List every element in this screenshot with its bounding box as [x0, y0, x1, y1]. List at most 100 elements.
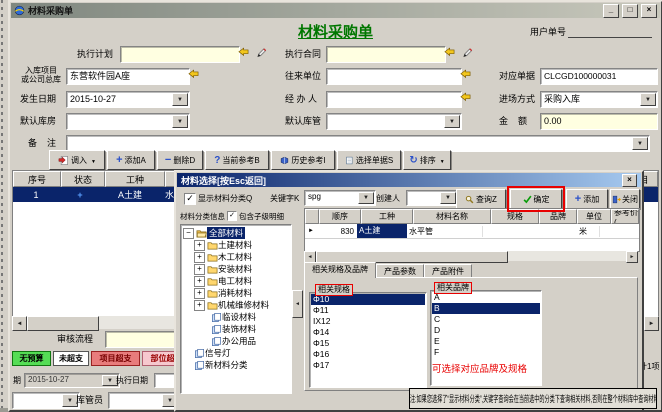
- dropdown-caret[interactable]: [89, 156, 96, 165]
- tree-item[interactable]: 办公用品: [181, 335, 291, 347]
- sort-button[interactable]: ↻排序: [403, 150, 451, 170]
- dropdown-button[interactable]: [172, 93, 188, 106]
- dialog-close-button[interactable]: 关闭: [610, 189, 640, 209]
- show-category-checkbox[interactable]: ✓: [184, 193, 196, 205]
- lookup-back-icon[interactable]: [444, 47, 455, 58]
- tree-item[interactable]: +消耗材料: [181, 287, 291, 299]
- tree-item[interactable]: +安装材料: [181, 263, 291, 275]
- list-item[interactable]: Φ14: [311, 327, 425, 338]
- expander-icon[interactable]: +: [194, 252, 205, 263]
- expander-icon[interactable]: −: [183, 228, 194, 239]
- dialog-grid-row[interactable]: ► 830 A土建 水平管 米: [305, 224, 639, 239]
- main-titlebar[interactable]: 材料采购单 _ □ ×: [11, 3, 660, 18]
- dropdown-button[interactable]: [358, 192, 374, 204]
- col-spec[interactable]: 规格: [491, 209, 539, 224]
- dropdown-button[interactable]: [444, 115, 460, 128]
- dialog-hscrollbar[interactable]: ◄ ►: [304, 251, 638, 261]
- dropdown-button[interactable]: [632, 137, 648, 150]
- col-status[interactable]: 状态: [61, 171, 105, 187]
- list-item[interactable]: D: [432, 325, 540, 336]
- expander-icon[interactable]: +: [194, 240, 205, 251]
- close-button[interactable]: ×: [641, 4, 657, 18]
- lookup-back-icon[interactable]: [188, 69, 199, 80]
- tree-item[interactable]: +木工材料: [181, 251, 291, 263]
- lookup-back-icon[interactable]: [238, 47, 249, 58]
- panel-splitter[interactable]: ◄: [292, 210, 302, 388]
- col-trade[interactable]: 工种: [361, 209, 413, 224]
- history-ref-button[interactable]: 历史参考I: [271, 150, 335, 170]
- maximize-button[interactable]: □: [622, 4, 638, 18]
- keeper-combo[interactable]: [326, 113, 462, 130]
- list-item[interactable]: B: [432, 303, 540, 314]
- list-item[interactable]: Φ11: [311, 305, 425, 316]
- exec-contract-field[interactable]: [326, 46, 446, 63]
- delete-row-button[interactable]: −删除D: [157, 150, 203, 170]
- tab-product-params[interactable]: 产品参数: [376, 264, 424, 278]
- list-item[interactable]: Φ17: [311, 360, 425, 371]
- ok-button[interactable]: 确定: [510, 189, 562, 209]
- tree-item[interactable]: +机械维修材料: [181, 299, 291, 311]
- dropdown-button[interactable]: [640, 93, 656, 106]
- include-sub-checkbox[interactable]: ✓: [227, 211, 237, 221]
- warehouse-combo[interactable]: [66, 113, 190, 130]
- load-in-button[interactable]: 调入: [49, 150, 105, 170]
- keyword-combo[interactable]: spg: [304, 190, 376, 206]
- tree-item[interactable]: −全部材料: [181, 227, 291, 239]
- expander-icon[interactable]: +: [194, 276, 205, 287]
- project-field[interactable]: 东营软件园A座: [66, 68, 190, 85]
- dropdown-caret[interactable]: [438, 156, 445, 165]
- lookup-back-icon[interactable]: [460, 92, 471, 103]
- col-brand[interactable]: 品牌: [539, 209, 577, 224]
- search-button[interactable]: 查询Z: [456, 189, 506, 209]
- expander-icon[interactable]: +: [194, 288, 205, 299]
- exec-plan-field[interactable]: [120, 46, 240, 63]
- list-item[interactable]: IX12: [311, 316, 425, 327]
- list-item[interactable]: Φ16: [311, 349, 425, 360]
- col-seq[interactable]: 序号: [13, 171, 61, 187]
- scroll-left-icon[interactable]: ◄: [12, 316, 27, 331]
- entry-mode-combo[interactable]: 采购入库: [540, 91, 658, 108]
- amount-field[interactable]: 0.00: [540, 113, 658, 130]
- lookup-back-icon[interactable]: [460, 69, 471, 80]
- col-name[interactable]: 材料名称: [413, 209, 491, 224]
- scroll-thumb[interactable]: [27, 316, 99, 331]
- dialog-close-icon[interactable]: ×: [622, 174, 637, 187]
- splitter-collapse-icon[interactable]: ◄: [292, 290, 303, 318]
- col-price[interactable]: 参考价(: [611, 209, 639, 224]
- expander-icon[interactable]: +: [194, 300, 205, 311]
- bottom-combo-2[interactable]: [108, 392, 180, 409]
- dialog-titlebar[interactable]: 材料选择[按Esc返回] ×: [177, 173, 641, 187]
- tab-spec-brand[interactable]: 相关规格及品牌: [304, 262, 376, 278]
- list-item[interactable]: Φ15: [311, 338, 425, 349]
- list-item[interactable]: C: [432, 314, 540, 325]
- col-order[interactable]: 顺序: [319, 209, 361, 224]
- scroll-right-icon[interactable]: ►: [644, 316, 659, 331]
- select-doc-button[interactable]: 选择单据S: [337, 150, 401, 170]
- edit-pen-icon[interactable]: [462, 47, 473, 58]
- creator-combo[interactable]: [406, 190, 458, 206]
- tree-item[interactable]: 装饰材料: [181, 323, 291, 335]
- spec-listbox[interactable]: Φ10 Φ11 IX12 Φ14 Φ15 Φ16 Φ17: [309, 292, 427, 388]
- scroll-right-icon[interactable]: ►: [626, 251, 638, 263]
- col-trade[interactable]: 工种: [105, 171, 165, 187]
- counterpart-field[interactable]: [326, 68, 462, 85]
- bottom-date-combo[interactable]: 2015-10-27: [24, 373, 120, 388]
- col-unit[interactable]: 单位: [577, 209, 611, 224]
- tree-item[interactable]: +土建材料: [181, 239, 291, 251]
- dropdown-button[interactable]: [440, 192, 456, 204]
- date-combo[interactable]: 2015-10-27: [66, 91, 190, 108]
- tree-item[interactable]: 临设材料: [181, 311, 291, 323]
- expander-icon[interactable]: +: [194, 264, 205, 275]
- bottom-combo-1[interactable]: [12, 392, 80, 409]
- current-ref-button[interactable]: ?当前参考B: [205, 150, 269, 170]
- dropdown-button[interactable]: [172, 115, 188, 128]
- handler-field[interactable]: [326, 91, 462, 108]
- tab-product-attachments[interactable]: 产品附件: [424, 264, 472, 278]
- brand-listbox[interactable]: A B C D E F 可选择对应品牌及规格: [430, 290, 542, 386]
- dialog-add-button[interactable]: +添加: [566, 189, 608, 209]
- tree-item[interactable]: 信号灯: [181, 347, 291, 359]
- edit-pen-icon[interactable]: [256, 47, 267, 58]
- minimize-button[interactable]: _: [603, 4, 619, 18]
- tree-item[interactable]: 新材料分类: [181, 359, 291, 371]
- add-row-button[interactable]: +添加A: [107, 150, 155, 170]
